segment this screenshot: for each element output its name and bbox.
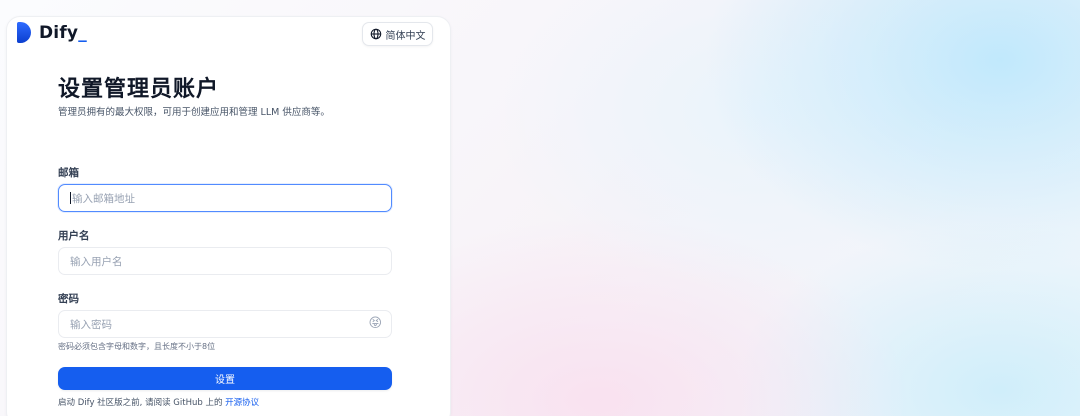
email-label: 邮箱 (58, 167, 79, 179)
dify-logo-text: Dify_ (39, 22, 87, 43)
email-field[interactable]: 输入邮箱地址 (58, 184, 392, 212)
open-source-license-link[interactable]: 开源协议 (225, 398, 259, 408)
email-placeholder: 输入邮箱地址 (72, 192, 135, 205)
dify-logo: Dify_ (17, 22, 87, 43)
dify-logo-mark (17, 22, 31, 43)
show-password-toggle-icon[interactable]: 😝 (368, 317, 382, 331)
username-label: 用户名 (58, 230, 90, 242)
globe-icon (370, 28, 381, 40)
page-subtitle: 管理员拥有的最大权限，可用于创建应用和管理 LLM 供应商等。 (58, 107, 330, 118)
text-caret (70, 192, 71, 204)
setup-submit-button[interactable]: 设置 (58, 367, 392, 390)
username-field[interactable]: 输入用户名 (58, 247, 392, 275)
page-title: 设置管理员账户 (58, 77, 220, 102)
license-notice-text: 启动 Dify 社区版之前, 请阅读 GitHub 上的 (58, 398, 223, 408)
license-notice: 启动 Dify 社区版之前, 请阅读 GitHub 上的 开源协议 (58, 396, 259, 408)
password-label: 密码 (58, 293, 79, 305)
password-hint: 密码必须包含字母和数字，且长度不小于8位 (58, 342, 216, 351)
password-placeholder: 输入密码 (70, 318, 112, 331)
username-placeholder: 输入用户名 (70, 255, 123, 268)
language-label: 简体中文 (385, 30, 426, 42)
password-field[interactable]: 输入密码 😝 (58, 310, 392, 338)
language-select-button[interactable]: 简体中文 (362, 22, 433, 46)
